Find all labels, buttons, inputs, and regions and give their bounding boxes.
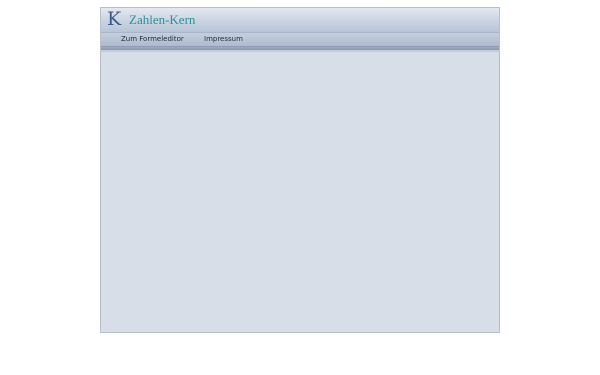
site-title[interactable]: Zahlen-Kern bbox=[129, 11, 195, 28]
page-frame: K Zahlen-Kern Zum Formeleditor Impressum bbox=[100, 7, 500, 333]
main-nav: Zum Formeleditor Impressum bbox=[101, 33, 499, 47]
nav-link-formeleditor[interactable]: Zum Formeleditor bbox=[121, 34, 184, 45]
site-header: K Zahlen-Kern bbox=[101, 8, 499, 33]
nav-link-impressum[interactable]: Impressum bbox=[204, 34, 243, 45]
main-content bbox=[101, 52, 499, 332]
site-logo[interactable]: K bbox=[107, 8, 121, 30]
